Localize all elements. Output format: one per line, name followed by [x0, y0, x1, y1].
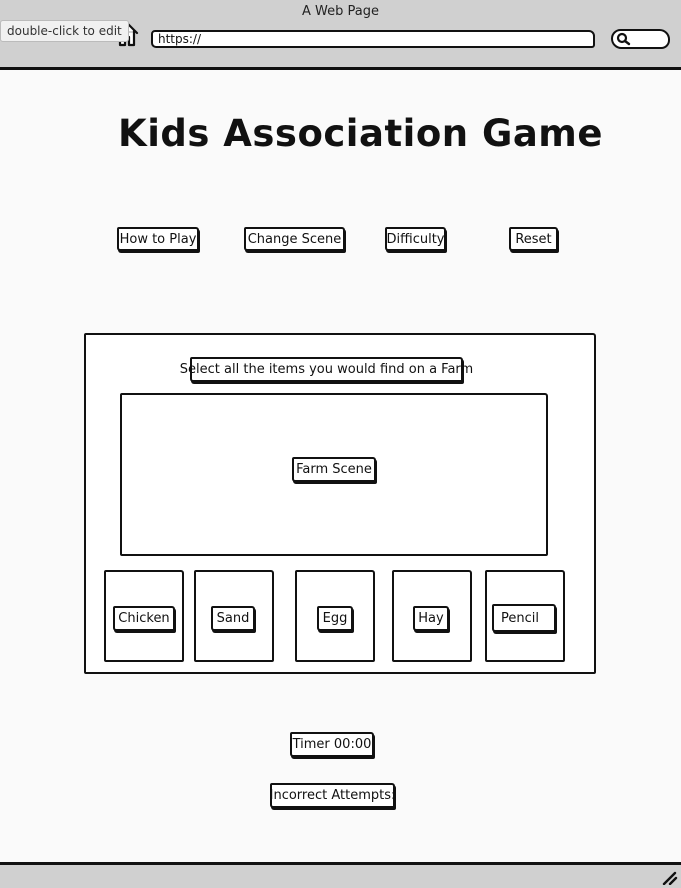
item-label-egg: Egg — [317, 606, 353, 631]
window-title: A Web Page — [302, 4, 379, 19]
page-title: Kids Association Game — [118, 112, 603, 155]
item-label-pencil: Pencil — [492, 604, 556, 632]
search-field[interactable] — [611, 29, 670, 49]
edit-tooltip: double-click to edit — [0, 20, 129, 42]
change-scene-button[interactable]: Change Scene — [244, 227, 345, 251]
reset-button[interactable]: Reset — [509, 227, 558, 251]
timer-label: Timer 00:00 — [290, 732, 374, 757]
scene-label: Farm Scene — [292, 457, 376, 482]
how-to-play-button[interactable]: How to Play — [117, 227, 199, 251]
instruction-label: Select all the items you would find on a… — [180, 357, 473, 382]
browser-toolbar: A Web Page ⇦ ⇨ ✕ double-click to edit ht… — [0, 0, 681, 70]
browser-window: A Web Page ⇦ ⇨ ✕ double-click to edit ht… — [0, 0, 681, 888]
item-label-sand: Sand — [211, 606, 255, 631]
url-bar[interactable]: https:// — [151, 30, 595, 48]
browser-status-bar — [0, 862, 681, 888]
item-label-chicken: Chicken — [113, 606, 175, 631]
item-label-hay: Hay — [413, 606, 449, 631]
resize-grip-icon[interactable] — [662, 871, 678, 885]
search-icon — [616, 32, 631, 46]
difficulty-button[interactable]: Difficulty — [385, 227, 446, 251]
incorrect-attempts-label: Incorrect Attempts: — [270, 783, 395, 808]
